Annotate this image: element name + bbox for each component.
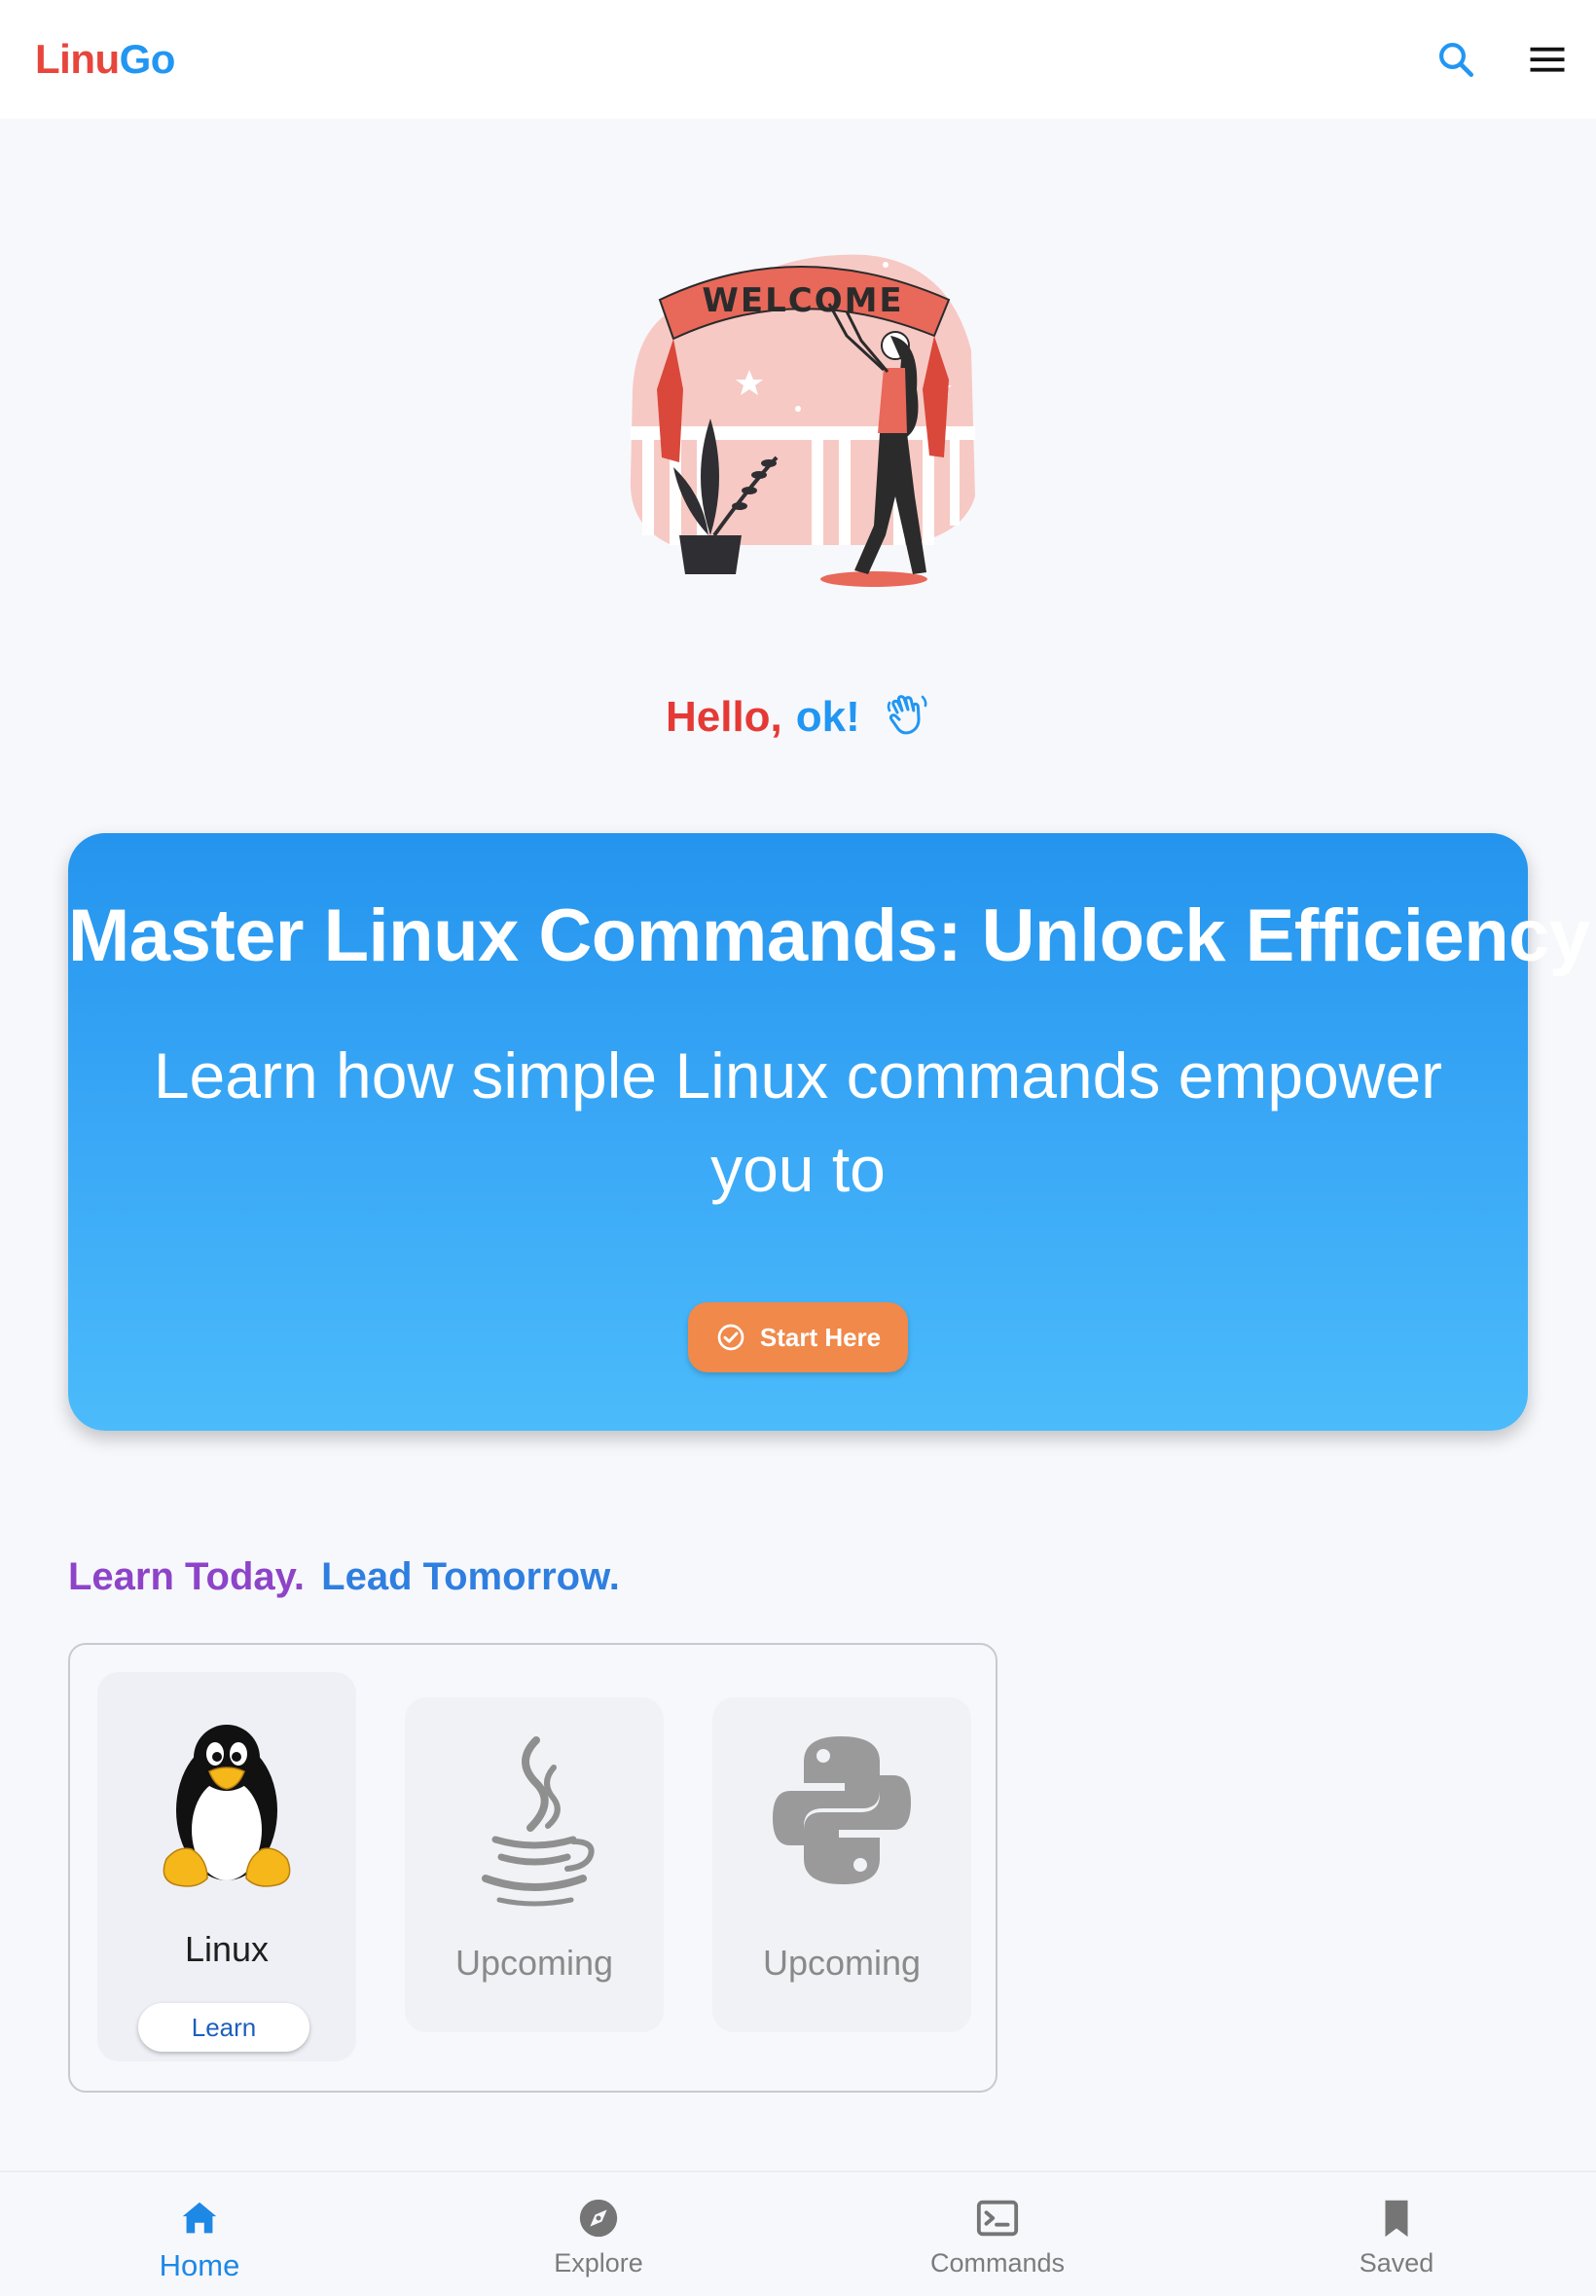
python-icon xyxy=(773,1736,911,1884)
bookmark-icon xyxy=(1385,2200,1408,2238)
hero-title: Master Linux Commands: Unlock Efficiency… xyxy=(68,894,1596,977)
search-button[interactable] xyxy=(1431,34,1481,85)
top-app-bar: LinuGo xyxy=(0,0,1596,119)
tux-penguin-icon xyxy=(163,1725,291,1887)
greeting-hello: Hello, xyxy=(665,693,782,742)
courses-container: Linux Learn Upcoming Upcoming xyxy=(68,1643,998,2093)
tagline-part2: Lead Tomorrow. xyxy=(321,1555,620,1598)
brand-name-part1: Linu xyxy=(35,36,120,82)
start-here-button[interactable]: Start Here xyxy=(688,1302,908,1372)
compass-icon xyxy=(579,2199,618,2238)
hero-subtitle: Learn how simple Linux commands empower … xyxy=(153,1039,1443,1205)
top-actions xyxy=(1431,34,1573,85)
course-name: Linux xyxy=(184,1929,270,1969)
welcome-banner-text: WELCOME xyxy=(702,281,903,320)
nav-commands[interactable]: Commands xyxy=(798,2172,1197,2296)
section-tagline: Learn Today. Lead Tomorrow. xyxy=(68,1555,620,1599)
nav-explore-label: Explore xyxy=(554,2248,643,2278)
greeting-username: ok! xyxy=(795,693,860,742)
terminal-icon xyxy=(976,2200,1019,2237)
nav-home-label: Home xyxy=(159,2248,240,2282)
waving-hand-icon xyxy=(884,691,930,748)
start-here-label: Start Here xyxy=(759,1322,882,1352)
nav-home[interactable]: Home xyxy=(0,2172,399,2296)
check-circle-icon xyxy=(717,1324,744,1351)
welcome-illustration: WELCOME xyxy=(630,254,975,587)
course-card-upcoming-java: Upcoming xyxy=(405,1697,664,2032)
java-icon xyxy=(482,1736,595,1907)
menu-button[interactable] xyxy=(1522,34,1573,85)
app-logo[interactable]: LinuGo xyxy=(35,36,175,83)
course-card-upcoming-python: Upcoming xyxy=(712,1697,971,2032)
nav-saved-label: Saved xyxy=(1359,2248,1434,2278)
course-card-linux[interactable]: Linux Learn xyxy=(97,1672,356,2061)
nav-commands-label: Commands xyxy=(929,2248,1066,2278)
learn-button[interactable]: Learn xyxy=(138,2003,309,2052)
greeting: Hello, ok! xyxy=(0,691,1596,748)
course-name: Upcoming xyxy=(454,1943,614,1983)
course-name: Upcoming xyxy=(762,1943,922,1983)
nav-explore[interactable]: Explore xyxy=(399,2172,798,2296)
bottom-navigation: Home Explore Commands Saved xyxy=(0,2170,1596,2296)
search-icon xyxy=(1439,43,1474,78)
brand-name-part2: Go xyxy=(119,36,176,82)
hero-banner: Master Linux Commands: Unlock Efficiency… xyxy=(68,833,1596,1431)
tagline-part1: Learn Today. xyxy=(68,1555,306,1598)
home-icon xyxy=(182,2202,217,2234)
nav-saved[interactable]: Saved xyxy=(1197,2172,1596,2296)
hamburger-menu-icon xyxy=(1530,47,1565,72)
